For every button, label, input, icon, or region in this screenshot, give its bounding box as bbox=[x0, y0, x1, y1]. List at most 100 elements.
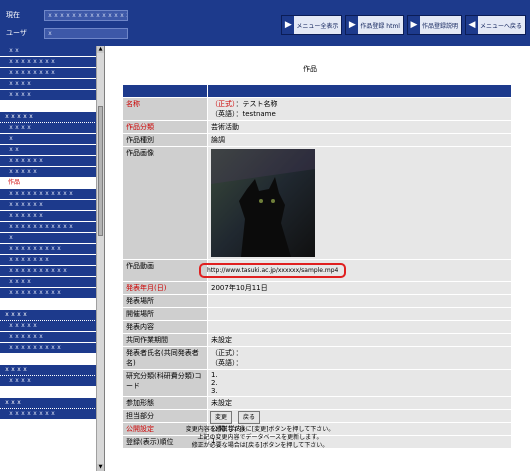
sidebar-item[interactable]: ｘｘｘｘｘｘ bbox=[0, 156, 97, 167]
header-field-1-value: ｘｘｘｘｘｘｘｘｘｘｘｘｘｘ bbox=[44, 9, 128, 21]
sidebar-gap bbox=[0, 102, 97, 112]
coauthor-official: （正式）： bbox=[211, 349, 243, 357]
note-line: 変更内容を修正した後に[変更]ボタンを押して下さい。 bbox=[185, 426, 335, 433]
sidebar-item[interactable]: ｘｘ bbox=[0, 46, 97, 57]
row-value: 2007年10月11日 bbox=[207, 281, 512, 295]
row-label: 名称 bbox=[122, 97, 208, 121]
row-value: （正式）： （英語）： bbox=[207, 346, 512, 370]
sidebar-item[interactable]: ｘｘｘｘ bbox=[0, 277, 97, 288]
sidebar-item[interactable]: ｘｘｘｘｘｘｘｘ bbox=[0, 409, 97, 420]
table-header-row bbox=[122, 84, 512, 98]
sidebar-item[interactable]: ｘ bbox=[0, 134, 97, 145]
back-to-menu-button[interactable]: ◀ メニューへ戻る bbox=[464, 15, 526, 35]
sidebar-item[interactable]: ｘｘ bbox=[0, 145, 97, 156]
row-value: 未設定 bbox=[207, 333, 512, 347]
sidebar-item[interactable]: ｘｘｘｘ bbox=[0, 90, 97, 101]
work-register-help-label: 作品登録説明 bbox=[421, 22, 458, 30]
header-buttons: ▶ メニュー全表示 ▶ 作品登録 html ▶ 作品登録説明 ◀ メニューへ戻る bbox=[281, 15, 526, 35]
sidebar-item[interactable]: ｘｘｘｘｘ bbox=[0, 167, 97, 178]
sidebar-item[interactable]: ｘｘｘｘ bbox=[0, 79, 97, 90]
work-register-html-button[interactable]: ▶ 作品登録 html bbox=[345, 15, 404, 35]
sidebar-group-header[interactable]: ｘｘｘｘｘ bbox=[0, 112, 97, 123]
row-label: 作品画像 bbox=[122, 146, 208, 260]
play-arrow-icon: ▶ bbox=[407, 16, 420, 34]
form-actions: 変更 戻る bbox=[210, 411, 261, 424]
row-value bbox=[207, 320, 512, 334]
research-code-3: 3. bbox=[211, 387, 218, 395]
row-label: 作品分類 bbox=[122, 120, 208, 134]
scroll-down-icon[interactable]: ▼ bbox=[97, 464, 104, 471]
note-line: 上記の変更内容でデータベースを更新します。 bbox=[197, 434, 323, 441]
row-content: 発表内容 bbox=[122, 320, 512, 334]
header-bar: 現在 ｘｘｘｘｘｘｘｘｘｘｘｘｘｘ ユーザ ｘ ▶ メニュー全表示 ▶ 作品登録 h… bbox=[0, 0, 530, 46]
research-code-2: 2. bbox=[211, 379, 218, 387]
row-label: 作品動画 bbox=[122, 259, 208, 282]
column-header bbox=[207, 84, 512, 98]
row-label: 参加形態 bbox=[122, 396, 208, 410]
sidebar-item[interactable]: 作品 bbox=[0, 178, 97, 189]
official-tag: （正式） bbox=[211, 100, 236, 108]
row-value: 論調 bbox=[207, 133, 512, 147]
row-role: 担当部分 bbox=[122, 409, 512, 423]
row-coauthors: 発表者氏名(共同発表者名) （正式）： （英語）： bbox=[122, 346, 512, 370]
english-tag: （英語） bbox=[211, 110, 236, 118]
work-image bbox=[211, 149, 315, 257]
row-label: 担当部分 bbox=[122, 409, 208, 423]
row-joint: 共同作業期間 未設定 bbox=[122, 333, 512, 347]
row-value: http://www.tasuki.ac.jp/xxxxxx/sample.mp… bbox=[199, 259, 512, 282]
sidebar-item[interactable]: ｘｘｘｘｘｘ bbox=[0, 200, 97, 211]
row-value: 芸術活動 bbox=[207, 120, 512, 134]
work-register-html-label: 作品登録 html bbox=[360, 22, 400, 30]
row-published: 発表年月(日) 2007年10月11日 bbox=[122, 281, 512, 295]
sidebar-item[interactable]: ｘｘｘｘ bbox=[0, 123, 97, 134]
sidebar-item[interactable]: ｘｘｘｘｘｘｘｘｘｘｘ bbox=[0, 189, 97, 200]
sidebar-item[interactable]: ｘｘｘｘｘｘｘｘ bbox=[0, 68, 97, 79]
scroll-up-icon[interactable]: ▲ bbox=[97, 46, 104, 53]
header-field-2: ユーザ ｘ bbox=[6, 27, 128, 39]
sidebar-item[interactable]: ｘｘｘｘｘｘｘｘｘ bbox=[0, 343, 97, 354]
sidebar-item[interactable]: ｘｘｘｘｘｘｘｘｘ bbox=[0, 244, 97, 255]
row-value bbox=[207, 294, 512, 308]
sidebar-scrollbar[interactable]: ▲ ▼ bbox=[96, 46, 104, 471]
sidebar-group-header[interactable]: ｘｘｘｘ bbox=[0, 310, 97, 321]
row-value: （正式）：テスト名称 （英語）：testname bbox=[207, 97, 512, 121]
sidebar-item[interactable]: ｘｘｘｘｘｘｘｘｘｘ bbox=[0, 266, 97, 277]
header-field-2-label: ユーザ bbox=[6, 29, 27, 37]
row-label: 発表者氏名(共同発表者名) bbox=[122, 346, 208, 370]
sidebar-item[interactable]: ｘｘｘｘｘ bbox=[0, 321, 97, 332]
sidebar-menu: ｘｘ ｘｘｘｘｘｘｘｘ ｘｘｘｘｘｘｘｘ ｘｘｘｘ ｘｘｘｘ ｘｘｘｘｘ ｘｘｘｘ ｘ ｘｘ ｘｘ… bbox=[0, 46, 97, 471]
sidebar-group-header[interactable]: ｘｘｘ bbox=[0, 398, 97, 409]
main-content: 作品 名称 （正式）：テスト名称 （英語）：testname 作品分類 芸術活動… bbox=[110, 46, 530, 471]
sidebar-item[interactable]: ｘｘｘｘｘｘｘｘ bbox=[0, 57, 97, 68]
row-value bbox=[207, 307, 512, 321]
header-field-1-label: 現在 bbox=[6, 11, 20, 19]
change-button[interactable]: 変更 bbox=[210, 411, 233, 424]
sidebar-item[interactable]: ｘｘｘｘｘｘ bbox=[0, 211, 97, 222]
scrollbar-thumb[interactable] bbox=[98, 106, 103, 236]
row-value: 未設定 bbox=[207, 396, 512, 410]
row-label: 発表年月(日) bbox=[122, 281, 208, 295]
work-register-help-button[interactable]: ▶ 作品登録説明 bbox=[406, 15, 462, 35]
sidebar-item[interactable]: ｘｘｘｘｘｘ bbox=[0, 332, 97, 343]
sidebar-item[interactable]: ｘｘｘｘｘｘｘｘｘ bbox=[0, 288, 97, 299]
row-value: 1. 2. 3. bbox=[207, 369, 512, 397]
row-label: 研究分類(科研費分類)コード bbox=[122, 369, 208, 397]
row-label: 作品種別 bbox=[122, 133, 208, 147]
name-official: テスト名称 bbox=[242, 100, 278, 108]
sidebar-item[interactable]: ｘ bbox=[0, 233, 97, 244]
show-all-menu-button[interactable]: ▶ メニュー全表示 bbox=[281, 15, 343, 35]
row-kind: 作品種別 論調 bbox=[122, 133, 512, 147]
back-button[interactable]: 戻る bbox=[238, 411, 261, 424]
coauthor-english: （英語）： bbox=[211, 359, 243, 367]
row-category: 作品分類 芸術活動 bbox=[122, 120, 512, 134]
sidebar-item[interactable]: ｘｘｘｘ bbox=[0, 376, 97, 387]
movie-url-link[interactable]: http://www.tasuki.ac.jp/xxxxxx/sample.mp… bbox=[199, 263, 347, 278]
row-label: 開催場所 bbox=[122, 307, 208, 321]
sidebar-group-header[interactable]: ｘｘｘｘ bbox=[0, 365, 97, 376]
sidebar-item[interactable]: ｘｘｘｘｘｘｘ bbox=[0, 255, 97, 266]
row-place: 発表場所 bbox=[122, 294, 512, 308]
sidebar-item[interactable]: ｘｘｘｘｘｘｘｘｘｘｘ bbox=[0, 222, 97, 233]
show-all-menu-label: メニュー全表示 bbox=[296, 22, 339, 30]
return-arrow-icon: ◀ bbox=[465, 16, 478, 34]
row-label: 発表場所 bbox=[122, 294, 208, 308]
